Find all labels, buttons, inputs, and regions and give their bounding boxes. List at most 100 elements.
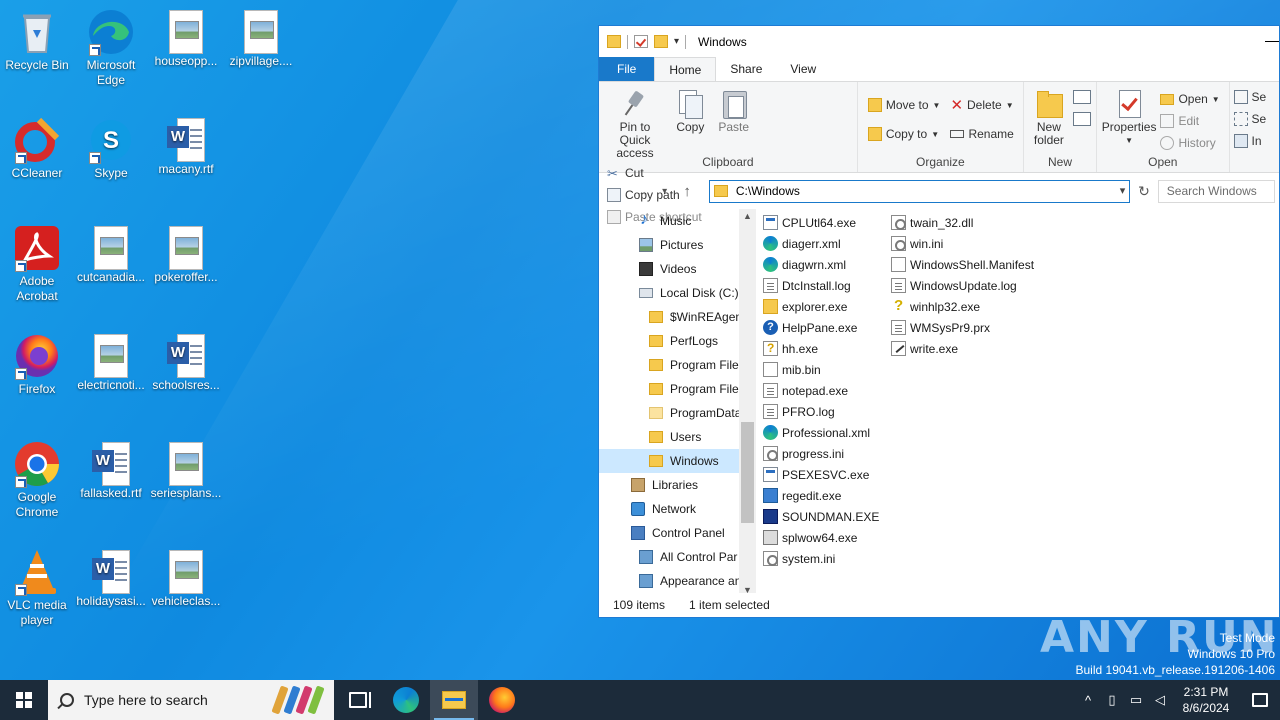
- new-folder-button[interactable]: New folder: [1028, 86, 1070, 149]
- desktop-icon-schoolsres[interactable]: W schoolsres...: [149, 332, 223, 393]
- nav-item-program-files[interactable]: Program Files: [599, 353, 739, 377]
- properties-button[interactable]: Properties ▼: [1101, 86, 1157, 149]
- nav-item-music[interactable]: Music: [599, 209, 739, 233]
- file-item[interactable]: WindowsUpdate.log: [891, 275, 1017, 296]
- file-item[interactable]: system.ini: [763, 548, 835, 569]
- desktop-icon-fallasked[interactable]: W fallasked.rtf: [74, 440, 148, 501]
- file-item[interactable]: explorer.exe: [763, 296, 847, 317]
- nav-item-program-files-x86[interactable]: Program Files: [599, 377, 739, 401]
- taskbar-search-box[interactable]: Type here to search: [48, 680, 334, 720]
- select-all-button[interactable]: Se: [1233, 86, 1275, 108]
- task-view-button[interactable]: [334, 680, 382, 720]
- properties-quick-icon[interactable]: [634, 35, 648, 48]
- desktop-icon-microsoft-edge[interactable]: Microsoft Edge: [74, 8, 148, 88]
- file-item[interactable]: hh.exe: [763, 338, 818, 359]
- nav-item-libraries[interactable]: Libraries: [599, 473, 739, 497]
- nav-pane-scrollbar[interactable]: ▲ ▼: [739, 209, 756, 597]
- desktop-icon-google-chrome[interactable]: Google Chrome: [0, 440, 74, 520]
- taskbar-file-explorer-button[interactable]: [430, 680, 478, 720]
- file-item[interactable]: WMSysPr9.prx: [891, 317, 990, 338]
- nav-item-pictures[interactable]: Pictures: [599, 233, 739, 257]
- file-item[interactable]: mib.bin: [763, 359, 821, 380]
- tab-share[interactable]: Share: [716, 57, 776, 81]
- desktop-icon-seriesplans[interactable]: seriesplans...: [149, 440, 223, 501]
- search-input[interactable]: Search Windows: [1157, 179, 1276, 203]
- scrollbar-thumb[interactable]: [741, 422, 754, 523]
- easy-access-icon[interactable]: [1073, 112, 1092, 126]
- file-item[interactable]: progress.ini: [763, 443, 844, 464]
- file-item[interactable]: diagwrn.xml: [763, 254, 846, 275]
- nav-item-all-control-panel[interactable]: All Control Par: [599, 545, 739, 569]
- file-item[interactable]: winhlp32.exe: [891, 296, 980, 317]
- title-bar[interactable]: ▾ Windows: [599, 26, 1279, 57]
- desktop-icon-zipvillage[interactable]: zipvillage....: [224, 8, 298, 69]
- select-none-button[interactable]: Se: [1233, 108, 1275, 130]
- file-item[interactable]: write.exe: [891, 338, 958, 359]
- file-item[interactable]: regedit.exe: [763, 485, 841, 506]
- desktop-icon-cutcanadia[interactable]: cutcanadia...: [74, 224, 148, 285]
- nav-item-local-disk[interactable]: Local Disk (C:): [599, 281, 739, 305]
- clock[interactable]: 2:31 PM 8/6/2024: [1172, 684, 1240, 716]
- delete-button[interactable]: ✕ Delete ▼: [950, 92, 1013, 118]
- nav-item-videos[interactable]: Videos: [599, 257, 739, 281]
- address-dropdown-chevron-icon[interactable]: ▾: [1120, 184, 1126, 197]
- desktop-icon-ccleaner[interactable]: CCleaner: [0, 116, 74, 181]
- nav-item-programdata[interactable]: ProgramData: [599, 401, 739, 425]
- history-button[interactable]: History: [1160, 132, 1219, 154]
- copy-button[interactable]: Copy: [670, 86, 710, 136]
- refresh-icon[interactable]: ↻: [1134, 183, 1154, 200]
- new-folder-quick-icon[interactable]: [654, 35, 668, 48]
- nav-item-network[interactable]: Network: [599, 497, 739, 521]
- desktop-icon-vehicleclas[interactable]: vehicleclas...: [149, 548, 223, 609]
- desktop-icon-houseopp[interactable]: houseopp...: [149, 8, 223, 69]
- copy-path-button[interactable]: Copy path: [607, 184, 702, 206]
- open-button[interactable]: Open ▼: [1160, 88, 1220, 110]
- desktop-icon-skype[interactable]: S Skype: [74, 116, 148, 181]
- file-item[interactable]: win.ini: [891, 233, 943, 254]
- scroll-up-arrow-icon[interactable]: ▲: [739, 211, 756, 221]
- minimize-icon[interactable]: [1265, 41, 1279, 42]
- file-item[interactable]: twain_32.dll: [891, 212, 973, 233]
- file-item[interactable]: splwow64.exe: [763, 527, 857, 548]
- address-bar[interactable]: C:\Windows ▾: [708, 179, 1131, 203]
- network-tray-icon[interactable]: ▭: [1124, 692, 1148, 708]
- file-item[interactable]: SOUNDMAN.EXE: [763, 506, 879, 527]
- copy-to-button[interactable]: Copy to ▼: [867, 121, 941, 147]
- customize-toolbar-chevron-icon[interactable]: ▾: [674, 36, 679, 47]
- tab-file[interactable]: File: [599, 57, 655, 81]
- nav-item-appearance[interactable]: Appearance an: [599, 569, 739, 593]
- taskbar-edge-button[interactable]: [382, 680, 430, 720]
- file-item[interactable]: notepad.exe: [763, 380, 848, 401]
- volume-icon[interactable]: ◁: [1148, 692, 1172, 708]
- usb-device-icon[interactable]: ▯: [1100, 692, 1124, 708]
- file-item[interactable]: ? HelpPane.exe: [763, 317, 857, 338]
- desktop-icon-firefox[interactable]: Firefox: [0, 332, 74, 397]
- desktop-icon-adobe-acrobat[interactable]: Adobe Acrobat: [0, 224, 74, 304]
- tab-home[interactable]: Home: [654, 57, 717, 81]
- file-item[interactable]: PFRO.log: [763, 401, 835, 422]
- move-to-button[interactable]: Move to ▼: [867, 92, 940, 118]
- tab-view[interactable]: View: [776, 57, 830, 81]
- nav-item-control-panel[interactable]: Control Panel: [599, 521, 739, 545]
- nav-item-perflogs[interactable]: PerfLogs: [599, 329, 739, 353]
- desktop-icon-electricnoti[interactable]: electricnoti...: [74, 332, 148, 393]
- file-item[interactable]: Professional.xml: [763, 422, 870, 443]
- show-hidden-icons-chevron-icon[interactable]: ^: [1076, 693, 1100, 708]
- new-item-icon[interactable]: [1073, 90, 1092, 104]
- edit-button[interactable]: Edit: [1160, 110, 1219, 132]
- nav-item-users[interactable]: Users: [599, 425, 739, 449]
- taskbar-firefox-button[interactable]: [478, 680, 526, 720]
- notifications-button[interactable]: [1240, 680, 1280, 720]
- desktop-icon-holidaysasi[interactable]: W holidaysasi...: [74, 548, 148, 609]
- file-item[interactable]: PSEXESVC.exe: [763, 464, 869, 485]
- desktop-icon-recycle-bin[interactable]: Recycle Bin: [0, 8, 74, 73]
- paste-button[interactable]: Paste: [714, 86, 754, 136]
- desktop-icon-vlc[interactable]: VLC media player: [0, 548, 74, 628]
- file-item[interactable]: DtcInstall.log: [763, 275, 851, 296]
- desktop-icon-pokeroffer[interactable]: pokeroffer...: [149, 224, 223, 285]
- desktop-icon-macany[interactable]: W macany.rtf: [149, 116, 223, 177]
- nav-item-winreagent[interactable]: $WinREAgent: [599, 305, 739, 329]
- pin-to-quick-access-button[interactable]: Pin to Quick access: [603, 86, 667, 162]
- file-item[interactable]: diagerr.xml: [763, 233, 841, 254]
- file-item[interactable]: CPLUtl64.exe: [763, 212, 856, 233]
